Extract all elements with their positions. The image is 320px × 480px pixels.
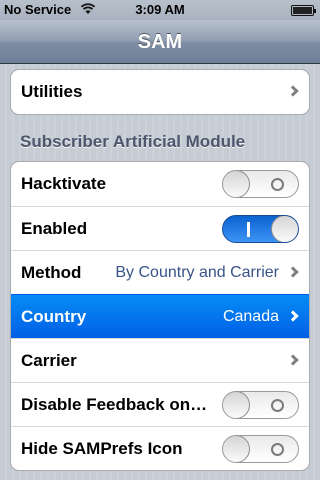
- chevron-right-icon: [287, 85, 299, 97]
- method-row[interactable]: Method By Country and Carrier: [11, 250, 309, 294]
- chevron-right-icon: [287, 354, 299, 366]
- chevron-right-icon: [287, 266, 299, 278]
- switch-off-glyph-icon: [271, 178, 284, 191]
- navigation-bar: SAM: [0, 20, 320, 64]
- carrier-row[interactable]: Carrier: [11, 338, 309, 382]
- utilities-label: Utilities: [21, 82, 83, 101]
- section-header: Subscriber Artificial Module: [20, 132, 246, 151]
- hide-samprefs-label: Hide SAMPrefs Icon: [21, 439, 183, 458]
- switch-off-glyph-icon: [271, 399, 284, 412]
- sam-settings-group: Hacktivate Enabled Method By Country and…: [10, 161, 310, 471]
- chevron-right-icon: [287, 310, 299, 322]
- hacktivate-switch[interactable]: [222, 170, 299, 198]
- switch-on-glyph-icon: [247, 222, 250, 237]
- method-label: Method: [21, 263, 82, 282]
- switch-knob: [223, 171, 250, 197]
- switch-knob: [223, 436, 250, 462]
- status-time: 3:09 AM: [135, 2, 185, 17]
- settings-content[interactable]: Utilities Subscriber Artificial Module H…: [0, 64, 320, 480]
- hide-samprefs-switch[interactable]: [222, 435, 299, 463]
- status-bar: No Service 3:09 AM: [0, 0, 320, 20]
- country-value: Canada: [222, 308, 279, 325]
- utilities-row[interactable]: Utilities: [11, 70, 309, 114]
- battery-icon: [291, 5, 316, 16]
- enabled-switch[interactable]: [222, 215, 299, 243]
- country-label: Country: [21, 307, 87, 326]
- carrier-row-label: Carrier: [21, 351, 77, 370]
- hacktivate-row: Hacktivate: [11, 162, 309, 206]
- disable-feedback-row: Disable Feedback on…: [11, 382, 309, 426]
- switch-knob: [271, 216, 298, 242]
- hacktivate-label: Hacktivate: [21, 174, 107, 193]
- enabled-label: Enabled: [21, 219, 88, 238]
- enabled-row: Enabled: [11, 206, 309, 250]
- utilities-group: Utilities: [10, 69, 310, 115]
- disable-feedback-label: Disable Feedback on…: [21, 395, 208, 414]
- page-title: SAM: [137, 31, 183, 53]
- switch-off-glyph-icon: [271, 443, 284, 456]
- method-value: By Country and Carrier: [115, 264, 279, 281]
- switch-knob: [223, 392, 250, 418]
- hide-samprefs-row: Hide SAMPrefs Icon: [11, 426, 309, 470]
- country-row[interactable]: Country Canada: [11, 294, 309, 338]
- disable-feedback-switch[interactable]: [222, 391, 299, 419]
